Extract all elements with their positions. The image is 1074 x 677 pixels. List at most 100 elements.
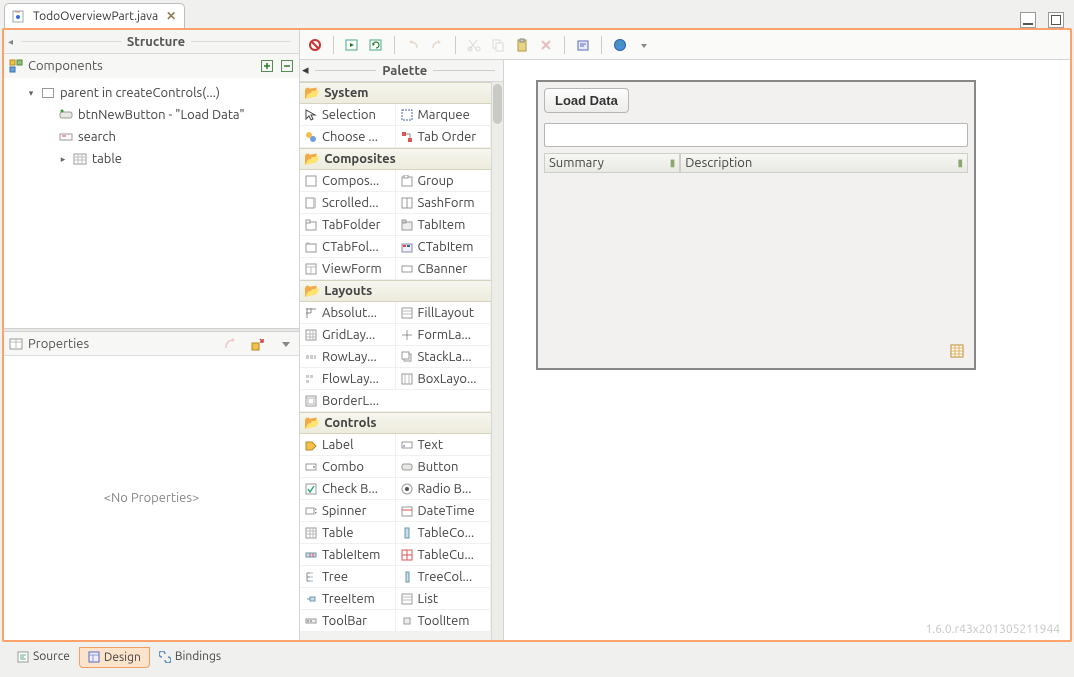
palette-item[interactable]: Compos... (300, 170, 396, 192)
tree-row-parent[interactable]: ▾ parent in createControls(...) (10, 82, 293, 104)
palette-item-taborder[interactable]: Tab Order (396, 126, 492, 148)
scrollbar-thumb[interactable] (493, 84, 502, 124)
close-icon[interactable]: ✕ (166, 9, 176, 23)
expand-icon[interactable]: ▾ (26, 88, 36, 99)
palette-item[interactable]: SashForm (396, 192, 492, 214)
palette-item[interactable]: Text (396, 434, 492, 456)
palette-item[interactable]: FillLayout (396, 302, 492, 324)
palette-item[interactable]: Table (300, 522, 396, 544)
column-handle-icon[interactable]: ▮ (957, 157, 963, 169)
taborder-icon (400, 130, 414, 144)
palette-item[interactable]: TableItem (300, 544, 396, 566)
collapse-all-icon[interactable] (279, 58, 295, 74)
palette-item[interactable]: StackLa... (396, 346, 492, 368)
group-label: Layouts (324, 284, 372, 298)
palette-group-layouts[interactable]: 📂 Layouts (300, 280, 491, 302)
palette-item[interactable]: Check B... (300, 478, 396, 500)
load-data-button[interactable]: Load Data (544, 88, 629, 113)
view-menu-icon[interactable] (277, 335, 295, 353)
globe-icon[interactable] (611, 36, 629, 54)
expand-all-icon[interactable] (259, 58, 275, 74)
palette-item[interactable]: FormLa... (396, 324, 492, 346)
palette-item[interactable]: CTabItem (396, 236, 492, 258)
palette-item[interactable]: TabFolder (300, 214, 396, 236)
palette-item[interactable]: BorderL... (300, 390, 491, 412)
palette-item[interactable]: ToolItem (396, 610, 492, 632)
structure-tree[interactable]: ▾ parent in createControls(...) btnNewBu… (4, 78, 299, 328)
tree-row-search[interactable]: search (10, 126, 293, 148)
cut-icon[interactable] (465, 36, 483, 54)
palette-item-selection[interactable]: Selection (300, 104, 396, 126)
collapse-left-icon[interactable]: ◂ (302, 63, 309, 78)
column-summary[interactable]: Summary▮ (544, 153, 680, 173)
dropdown-arrow-icon[interactable] (635, 36, 653, 54)
palette-group-controls[interactable]: 📂 Controls (300, 412, 491, 434)
palette-item[interactable]: Absolut... (300, 302, 396, 324)
palette-item-marquee[interactable]: Marquee (396, 104, 492, 126)
workspace: ◂ Palette 📂 System Selection M (300, 60, 1070, 640)
palette-item[interactable]: DateTime (396, 500, 492, 522)
palette-item[interactable]: Button (396, 456, 492, 478)
palette-scrollbar[interactable] (491, 82, 503, 640)
palette-item[interactable]: BoxLayo... (396, 368, 492, 390)
palette-item[interactable]: FlowLay... (300, 368, 396, 390)
palette-item[interactable]: CBanner (396, 258, 492, 280)
palette-item[interactable]: ToolBar (300, 610, 396, 632)
source-icon (17, 651, 29, 663)
test-preview-icon[interactable] (343, 36, 361, 54)
palette-item[interactable]: GridLay... (300, 324, 396, 346)
column-handle-icon[interactable]: ▮ (670, 157, 676, 169)
refresh-icon[interactable] (367, 36, 385, 54)
palette-item[interactable]: ViewForm (300, 258, 396, 280)
convert-local-icon[interactable] (249, 335, 267, 353)
column-description[interactable]: Description▮ (680, 153, 968, 173)
redo-icon[interactable] (428, 36, 446, 54)
palette-item-label: Spinner (322, 504, 367, 518)
preview-table[interactable]: Summary▮ Description▮ (544, 153, 968, 173)
palette-item[interactable]: TableCo... (396, 522, 492, 544)
design-canvas[interactable]: Load Data Summary▮ Description▮ 1.6.0.r4… (504, 60, 1070, 640)
tree-row-table[interactable]: ▸ table (10, 148, 293, 170)
tab-source[interactable]: Source (8, 647, 79, 667)
palette-item[interactable]: TableCu... (396, 544, 492, 566)
palette-item-choose[interactable]: Choose ... (300, 126, 396, 148)
list-icon (400, 592, 414, 606)
palette-item[interactable]: List (396, 588, 492, 610)
copy-icon[interactable] (489, 36, 507, 54)
expand-icon[interactable]: ▸ (58, 154, 68, 165)
tree-row-button[interactable]: btnNewButton - "Load Data" (10, 104, 293, 126)
undo-icon[interactable] (404, 36, 422, 54)
palette-item[interactable]: TreeCol... (396, 566, 492, 588)
palette-item[interactable]: Radio B... (396, 478, 492, 500)
delete-icon[interactable] (537, 36, 555, 54)
palette-item[interactable]: Scrolled... (300, 192, 396, 214)
tab-bindings[interactable]: Bindings (150, 647, 230, 667)
minimize-icon[interactable] (1020, 12, 1036, 28)
paste-icon[interactable] (513, 36, 531, 54)
gridlayout-icon (304, 328, 318, 342)
tab-design[interactable]: Design (79, 647, 150, 668)
palette-item[interactable]: Tree (300, 566, 396, 588)
palette-group-composites[interactable]: 📂 Composites (300, 148, 491, 170)
palette-item[interactable]: Group (396, 170, 492, 192)
palette-item-label: CBanner (418, 262, 468, 276)
goto-event-icon[interactable] (221, 335, 239, 353)
palette-item[interactable]: Combo (300, 456, 396, 478)
stop-icon[interactable] (306, 36, 324, 54)
search-input[interactable] (544, 123, 968, 147)
palette-item[interactable]: Spinner (300, 500, 396, 522)
maximize-icon[interactable] (1048, 12, 1064, 28)
palette-group-system[interactable]: 📂 System (300, 82, 491, 104)
tabitem-icon (400, 218, 414, 232)
collapse-left-icon[interactable]: ◂ (6, 36, 15, 48)
palette-item[interactable]: RowLay... (300, 346, 396, 368)
viewform-icon (304, 262, 318, 276)
editor-tab[interactable]: TodoOverviewPart.java ✕ (4, 3, 185, 28)
palette-item-label: Combo (322, 460, 364, 474)
palette-item[interactable]: TabItem (396, 214, 492, 236)
externalize-icon[interactable] (574, 36, 592, 54)
palette-item[interactable]: CTabFol... (300, 236, 396, 258)
preview-window[interactable]: Load Data Summary▮ Description▮ (536, 80, 976, 370)
palette-item[interactable]: TreeItem (300, 588, 396, 610)
palette-item[interactable]: Label (300, 434, 396, 456)
